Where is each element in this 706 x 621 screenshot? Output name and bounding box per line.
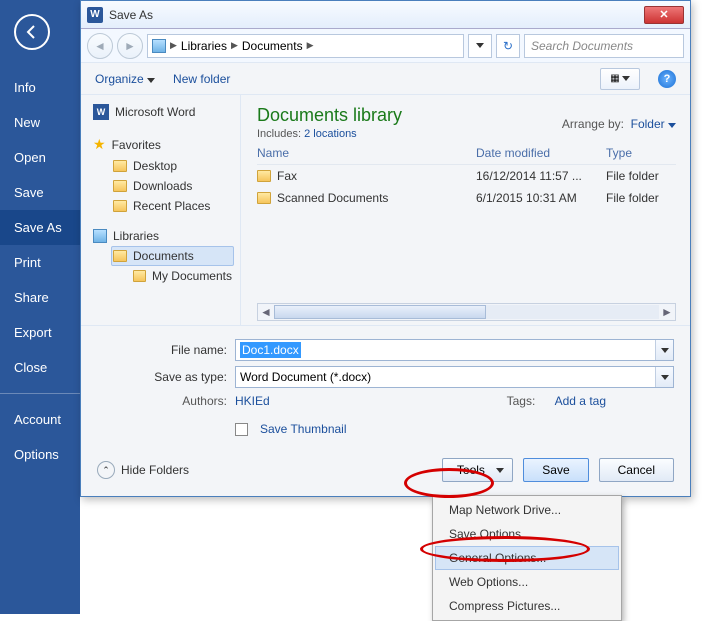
tags-label: Tags:	[507, 394, 536, 408]
tree-downloads[interactable]: Downloads	[111, 176, 234, 196]
tree-desktop[interactable]: Desktop	[111, 156, 234, 176]
authors-label: Authors:	[97, 394, 227, 408]
tools-button[interactable]: Tools	[442, 458, 513, 482]
nav-options[interactable]: Options	[0, 437, 80, 472]
organize-button[interactable]: Organize	[95, 72, 155, 86]
filename-label: File name:	[97, 343, 227, 357]
save-thumbnail-label[interactable]: Save Thumbnail	[260, 422, 347, 436]
tree-msword[interactable]: W Microsoft Word	[91, 101, 234, 123]
menu-general-options[interactable]: General Options...	[435, 546, 619, 570]
nav-account[interactable]: Account	[0, 402, 80, 437]
column-headers[interactable]: Name Date modified Type	[257, 140, 676, 165]
savetype-dropdown[interactable]	[655, 367, 673, 387]
filename-input[interactable]: Doc1.docx	[235, 339, 674, 361]
savetype-select[interactable]: Word Document (*.docx)	[235, 366, 674, 388]
breadcrumb-history-button[interactable]	[468, 34, 492, 58]
menu-map-network-drive[interactable]: Map Network Drive...	[435, 498, 619, 522]
tree-recent[interactable]: Recent Places	[111, 196, 234, 216]
folder-icon	[113, 200, 127, 212]
libraries-icon	[152, 39, 166, 53]
search-input[interactable]: Search Documents	[524, 34, 684, 58]
nav-info[interactable]: Info	[0, 70, 80, 105]
nav-save[interactable]: Save	[0, 175, 80, 210]
folder-icon	[257, 192, 271, 204]
folder-icon	[113, 250, 127, 262]
menu-web-options[interactable]: Web Options...	[435, 570, 619, 594]
dialog-action-bar: ⌃ Hide Folders Tools Save Cancel	[81, 448, 690, 496]
filename-dropdown[interactable]	[655, 340, 673, 360]
dialog-title: Save As	[109, 8, 644, 22]
library-subtitle: Includes: 2 locations	[257, 128, 402, 140]
arrange-by-dropdown[interactable]: Folder	[631, 117, 676, 131]
folder-icon	[257, 170, 271, 182]
file-row[interactable]: Scanned Documents 6/1/2015 10:31 AM File…	[257, 187, 676, 209]
savetype-label: Save as type:	[97, 370, 227, 384]
menu-compress-pictures[interactable]: Compress Pictures...	[435, 594, 619, 618]
col-date[interactable]: Date modified	[476, 146, 606, 160]
includes-link[interactable]: 2 locations	[304, 128, 357, 140]
col-name[interactable]: Name	[257, 146, 476, 160]
folder-icon	[113, 180, 127, 192]
cancel-button[interactable]: Cancel	[599, 458, 674, 482]
tools-menu: Map Network Drive... Save Options... Gen…	[432, 495, 622, 621]
save-as-dialog: W Save As ✕ ◄ ► ▶ Libraries ▶ Documents …	[80, 0, 691, 497]
authors-value[interactable]: HKIEd	[235, 394, 270, 408]
help-button[interactable]: ?	[658, 70, 676, 88]
breadcrumb[interactable]: ▶ Libraries ▶ Documents ▶	[147, 34, 464, 58]
folder-icon	[133, 270, 146, 282]
word-icon: W	[93, 104, 109, 120]
star-icon: ★	[93, 136, 106, 153]
tree-favorites[interactable]: ★ Favorites	[91, 133, 234, 156]
new-folder-button[interactable]: New folder	[173, 72, 230, 86]
tree-mydocuments[interactable]: My Documents	[131, 266, 234, 286]
explorer-nav-bar: ◄ ► ▶ Libraries ▶ Documents ▶ ↻ Search D…	[81, 29, 690, 63]
nav-forward-button[interactable]: ►	[117, 33, 143, 59]
nav-print[interactable]: Print	[0, 245, 80, 280]
view-mode-button[interactable]: ▦	[600, 68, 640, 90]
nav-back-button[interactable]: ◄	[87, 33, 113, 59]
libraries-icon	[93, 229, 107, 243]
nav-save-as[interactable]: Save As	[0, 210, 80, 245]
tags-value[interactable]: Add a tag	[555, 394, 606, 408]
col-type[interactable]: Type	[606, 146, 676, 160]
tree-libraries[interactable]: Libraries	[91, 226, 234, 246]
hide-folders-button[interactable]: ⌃ Hide Folders	[97, 461, 189, 479]
folder-icon	[113, 160, 127, 172]
nav-new[interactable]: New	[0, 105, 80, 140]
library-title: Documents library	[257, 105, 402, 126]
nav-share[interactable]: Share	[0, 280, 80, 315]
file-pane: Documents library Includes: 2 locations …	[241, 95, 690, 325]
close-button[interactable]: ✕	[644, 6, 684, 24]
dialog-title-bar: W Save As ✕	[81, 1, 690, 29]
horizontal-scrollbar[interactable]: ◄►	[257, 303, 676, 321]
nav-export[interactable]: Export	[0, 315, 80, 350]
explorer-toolbar: Organize New folder ▦ ?	[81, 63, 690, 95]
save-form: File name: Doc1.docx Save as type: Word …	[81, 325, 690, 448]
nav-open[interactable]: Open	[0, 140, 80, 175]
word-icon: W	[87, 7, 103, 23]
save-thumbnail-checkbox[interactable]	[235, 423, 248, 436]
word-file-sidebar: Info New Open Save Save As Print Share E…	[0, 0, 80, 614]
breadcrumb-item[interactable]: Libraries	[181, 39, 227, 53]
folder-tree: W Microsoft Word ★ Favorites Desktop Dow…	[81, 95, 241, 325]
nav-close[interactable]: Close	[0, 350, 80, 385]
back-button[interactable]	[14, 14, 50, 50]
save-button[interactable]: Save	[523, 458, 588, 482]
file-row[interactable]: Fax 16/12/2014 11:57 ... File folder	[257, 165, 676, 187]
breadcrumb-item[interactable]: Documents	[242, 39, 303, 53]
arrange-by: Arrange by: Folder	[562, 117, 676, 131]
tree-documents[interactable]: Documents	[111, 246, 234, 266]
menu-save-options[interactable]: Save Options...	[435, 522, 619, 546]
refresh-button[interactable]: ↻	[496, 34, 520, 58]
chevron-up-icon: ⌃	[97, 461, 115, 479]
